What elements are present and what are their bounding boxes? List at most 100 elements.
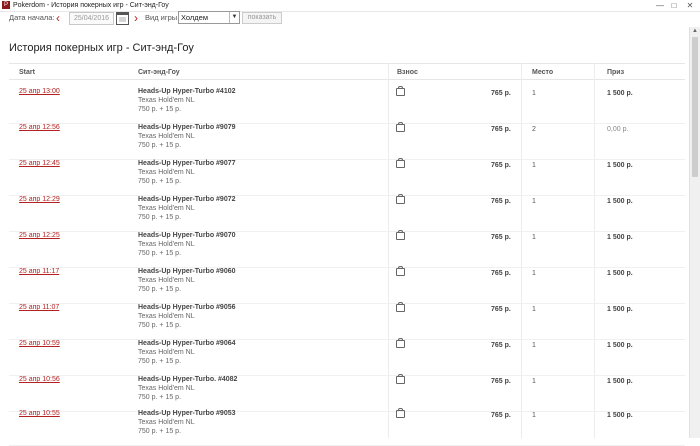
prize-amount: 0,00 р.	[607, 126, 629, 133]
table-row: 25 апр 10:56 Heads-Up Hyper-Turbo. #4082 T…	[9, 374, 685, 412]
start-time-link[interactable]: 25 апр 12:29	[19, 196, 60, 203]
buyin-total: 765 р.	[491, 162, 511, 169]
start-time-link[interactable]: 25 апр 13:00	[19, 88, 60, 95]
wallet-icon	[396, 158, 405, 168]
start-time-link[interactable]: 25 апр 11:07	[19, 304, 59, 311]
buyin-breakdown: 750 р. + 15 р.	[138, 250, 182, 257]
table-row: 25 апр 10:55 Heads-Up Hyper-Turbo #9053 Te…	[9, 408, 685, 446]
start-time-link[interactable]: 25 апр 11:17	[19, 268, 59, 275]
chevron-down-icon[interactable]: ▼	[229, 12, 239, 23]
tournament-name: Heads-Up Hyper-Turbo #9072	[138, 196, 236, 203]
game-variant: Texas Hold'em NL	[138, 349, 195, 356]
wallet-icon	[396, 194, 405, 204]
game-variant: Texas Hold'em NL	[138, 133, 195, 140]
prize-amount: 1 500 р.	[607, 342, 633, 349]
scrollbar-thumb[interactable]	[692, 37, 698, 177]
scroll-up-arrow-icon[interactable]: ▲	[692, 28, 698, 34]
table-row: 25 апр 11:17 Heads-Up Hyper-Turbo #9060 Te…	[9, 266, 685, 304]
prize-amount: 1 500 р.	[607, 198, 633, 205]
start-time-link[interactable]: 25 апр 12:25	[19, 232, 60, 239]
buyin-total: 765 р.	[491, 126, 511, 133]
filter-toolbar: Дата начала: ‹ 25/04/2016 › Вид игры Хол…	[0, 11, 700, 27]
game-type-select[interactable]: Холдем ▼	[178, 11, 240, 24]
table-row: 25 апр 12:25 Heads-Up Hyper-Turbo #9070 Te…	[9, 230, 685, 268]
game-variant: Texas Hold'em NL	[138, 419, 195, 426]
buyin-total: 765 р.	[491, 306, 511, 313]
game-variant: Texas Hold'em NL	[138, 169, 195, 176]
prize-amount: 1 500 р.	[607, 306, 633, 313]
tournament-name: Heads-Up Hyper-Turbo #9070	[138, 232, 236, 239]
table-row: 25 апр 11:07 Heads-Up Hyper-Turbo #9056 Te…	[9, 302, 685, 340]
start-time-link[interactable]: 25 апр 10:59	[19, 340, 60, 347]
game-variant: Texas Hold'em NL	[138, 313, 195, 320]
buyin-total: 765 р.	[491, 342, 511, 349]
tournament-name: Heads-Up Hyper-Turbo #9056	[138, 304, 236, 311]
finish-place: 1	[532, 342, 536, 349]
show-button[interactable]: показать	[242, 12, 282, 24]
col-header-start: Start	[19, 69, 35, 76]
column-header-divider	[9, 79, 685, 80]
prize-amount: 1 500 р.	[607, 270, 633, 277]
date-input[interactable]: 25/04/2016	[69, 12, 114, 25]
vertical-scrollbar[interactable]: ▲	[689, 27, 700, 438]
start-time-link[interactable]: 25 апр 10:56	[19, 376, 60, 383]
table-row: 25 апр 12:45 Heads-Up Hyper-Turbo #9077 Te…	[9, 158, 685, 196]
prize-amount: 1 500 р.	[607, 90, 633, 97]
finish-place: 1	[532, 234, 536, 241]
start-time-link[interactable]: 25 апр 12:56	[19, 124, 60, 131]
wallet-icon	[396, 122, 405, 132]
date-label: Дата начала:	[9, 13, 55, 22]
table-row: 25 апр 12:56 Heads-Up Hyper-Turbo #9079 Te…	[9, 122, 685, 160]
next-date-arrow-icon[interactable]: ›	[134, 11, 138, 25]
finish-place: 1	[532, 198, 536, 205]
wallet-icon	[396, 86, 405, 96]
start-time-link[interactable]: 25 апр 12:45	[19, 160, 60, 167]
buyin-breakdown: 750 р. + 15 р.	[138, 106, 182, 113]
buyin-breakdown: 750 р. + 15 р.	[138, 178, 182, 185]
tournament-name: Heads-Up Hyper-Turbo. #4082	[138, 376, 238, 383]
minimize-button[interactable]: —	[654, 0, 666, 11]
page-title: История покерных игр - Сит-энд-Гоу	[9, 42, 194, 54]
wallet-icon	[396, 408, 405, 418]
game-type-label: Вид игры	[145, 13, 178, 22]
prize-amount: 1 500 р.	[607, 162, 633, 169]
buyin-total: 765 р.	[491, 270, 511, 277]
wallet-icon	[396, 230, 405, 240]
game-variant: Texas Hold'em NL	[138, 205, 195, 212]
tournament-name: Heads-Up Hyper-Turbo #9064	[138, 340, 236, 347]
wallet-icon	[396, 302, 405, 312]
table-row: 25 апр 13:00 Heads-Up Hyper-Turbo #4102 Te…	[9, 86, 685, 124]
buyin-total: 765 р.	[491, 90, 511, 97]
col-header-buyin: Взнос	[397, 69, 418, 76]
finish-place: 2	[532, 126, 536, 133]
prize-amount: 1 500 р.	[607, 234, 633, 241]
maximize-button[interactable]: □	[668, 0, 680, 11]
buyin-breakdown: 750 р. + 15 р.	[138, 428, 182, 435]
finish-place: 1	[532, 378, 536, 385]
finish-place: 1	[532, 90, 536, 97]
game-variant: Texas Hold'em NL	[138, 385, 195, 392]
window-title: Pokerdom - История покерных игр - Сит-эн…	[13, 2, 169, 9]
tournament-name: Heads-Up Hyper-Turbo #9079	[138, 124, 236, 131]
header-divider	[9, 63, 685, 64]
buyin-total: 765 р.	[491, 198, 511, 205]
calendar-icon[interactable]	[116, 12, 129, 25]
col-header-place: Место	[532, 69, 554, 76]
game-variant: Texas Hold'em NL	[138, 277, 195, 284]
table-row: 25 апр 10:59 Heads-Up Hyper-Turbo #9064 Te…	[9, 338, 685, 376]
close-button[interactable]: ✕	[684, 0, 696, 11]
prize-amount: 1 500 р.	[607, 378, 633, 385]
buyin-breakdown: 750 р. + 15 р.	[138, 322, 182, 329]
prize-amount: 1 500 р.	[607, 412, 633, 419]
prev-date-arrow-icon[interactable]: ‹	[56, 11, 60, 25]
finish-place: 1	[532, 412, 536, 419]
buyin-breakdown: 750 р. + 15 р.	[138, 394, 182, 401]
start-time-link[interactable]: 25 апр 10:55	[19, 410, 60, 417]
game-type-value: Холдем	[181, 13, 209, 22]
tournament-name: Heads-Up Hyper-Turbo #9077	[138, 160, 236, 167]
buyin-total: 765 р.	[491, 412, 511, 419]
wallet-icon	[396, 266, 405, 276]
wallet-icon	[396, 338, 405, 348]
table-row: 25 апр 12:29 Heads-Up Hyper-Turbo #9072 Te…	[9, 194, 685, 232]
pokerdom-logo-icon: P	[2, 1, 10, 9]
